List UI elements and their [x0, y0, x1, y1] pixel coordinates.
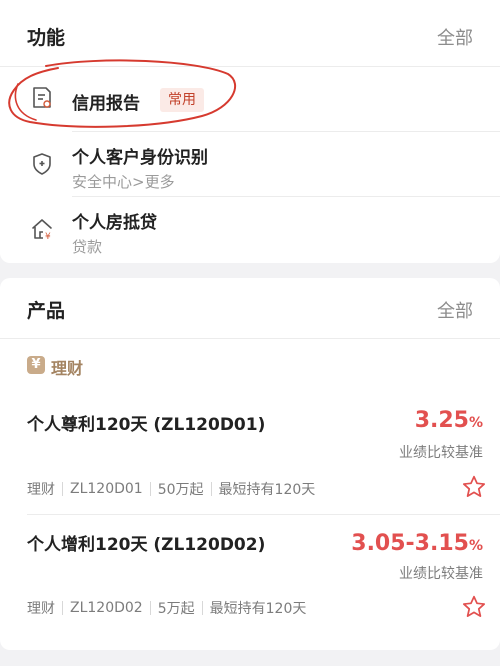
functions-title: 功能	[27, 27, 66, 49]
product-rate: 3.05-3.15%	[351, 531, 483, 556]
tag: 最短持有120天	[218, 482, 316, 498]
rate-value: 3.25	[414, 408, 469, 433]
frequently-used-badge: 常用	[160, 88, 204, 112]
tag: 50万起	[157, 482, 204, 498]
tag: ZL120D02	[70, 600, 143, 616]
products-see-all-link[interactable]: 全部	[437, 297, 473, 323]
product-tags: 理财 ZL120D02 5万起 最短持有120天	[27, 598, 306, 618]
tag: 理财	[27, 482, 55, 498]
function-item-sub: 安全中心>更多	[72, 173, 175, 191]
functions-card: 功能 全部 信用报告 常用 个人客户身份识别 安全中心>更多 ¥ 个人房抵贷 贷…	[0, 0, 500, 263]
functions-see-all-link[interactable]: 全部	[437, 24, 473, 50]
product-name: 个人增利120天 (ZL120D02)	[27, 535, 266, 555]
category-label: 理财	[51, 359, 84, 378]
rate-label: 业绩比较基准	[399, 566, 483, 582]
function-item-sub: 贷款	[72, 238, 103, 256]
products-title: 产品	[27, 300, 66, 322]
favorite-star-icon[interactable]	[461, 474, 487, 500]
wealth-category-icon: ¥	[27, 356, 45, 374]
shield-icon	[33, 153, 51, 175]
rate-label: 业绩比较基准	[399, 445, 483, 461]
divider	[0, 338, 500, 339]
favorite-star-icon[interactable]	[461, 594, 487, 620]
house-icon: ¥	[32, 219, 52, 241]
tag: 最短持有120天	[209, 601, 307, 617]
function-item-label: 个人房抵贷	[72, 213, 157, 233]
function-item-label: 信用报告	[72, 94, 140, 114]
tag: 5万起	[157, 601, 195, 617]
rate-unit: %	[468, 538, 483, 554]
rate-value: 3.05-3.15	[351, 531, 469, 556]
svg-text:¥: ¥	[45, 232, 51, 241]
tag: ZL120D01	[70, 481, 143, 497]
product-rate: 3.25%	[415, 408, 483, 433]
rate-unit: %	[468, 415, 483, 431]
tag: 理财	[27, 601, 55, 617]
function-item-label: 个人客户身份识别	[72, 148, 208, 168]
product-name: 个人尊利120天 (ZL120D01)	[27, 415, 266, 435]
product-tags: 理财 ZL120D01 50万起 最短持有120天	[27, 479, 315, 499]
report-icon	[33, 87, 51, 108]
